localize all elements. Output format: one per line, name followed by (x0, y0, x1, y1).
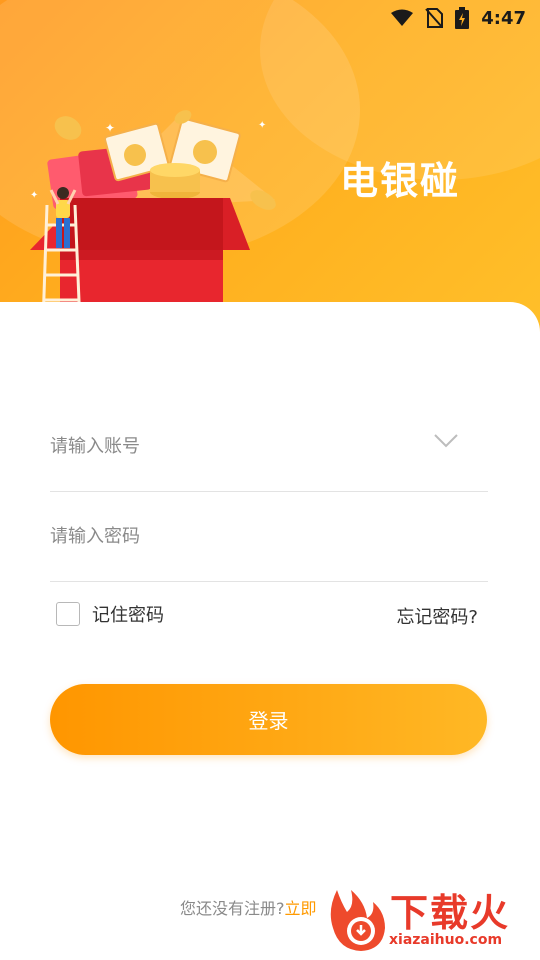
login-card (0, 302, 540, 960)
register-prompt: 您还没有注册?立即 (180, 895, 317, 919)
svg-text:✦: ✦ (30, 190, 38, 201)
status-time: 4:47 (481, 7, 526, 29)
remember-password-toggle[interactable]: 记住密码 (56, 601, 164, 627)
remember-password-checkbox[interactable] (56, 602, 80, 626)
watermark-brand: 下载火 (390, 891, 511, 935)
watermark-domain: xiazaihuo.com (389, 932, 503, 948)
login-button[interactable]: 登录 (50, 684, 487, 755)
register-prompt-text: 您还没有注册? (180, 899, 285, 918)
account-input[interactable] (50, 402, 410, 491)
svg-text:✦: ✦ (105, 121, 115, 135)
chevron-down-icon[interactable] (434, 434, 458, 448)
hero-banner: ✦ ✦ ✦ 电银碰 (0, 0, 540, 345)
watermark-logo: 下载火 xiazaihuo.com (325, 880, 540, 960)
wifi-icon (391, 9, 414, 26)
register-link[interactable]: 立即 (285, 899, 317, 918)
flame-logo-icon (330, 890, 385, 951)
no-sim-icon (425, 8, 444, 28)
remember-password-label: 记住密码 (92, 605, 164, 626)
password-field (50, 492, 488, 582)
status-bar: 4:47 (0, 0, 540, 36)
password-input[interactable] (50, 492, 410, 581)
app-title: 电银碰 (340, 159, 461, 203)
forgot-password-link[interactable]: 忘记密码? (396, 603, 478, 629)
svg-text:✦: ✦ (258, 120, 266, 131)
battery-icon (455, 7, 470, 29)
gift-box-illustration: ✦ ✦ ✦ (30, 110, 276, 326)
account-field (50, 402, 488, 492)
